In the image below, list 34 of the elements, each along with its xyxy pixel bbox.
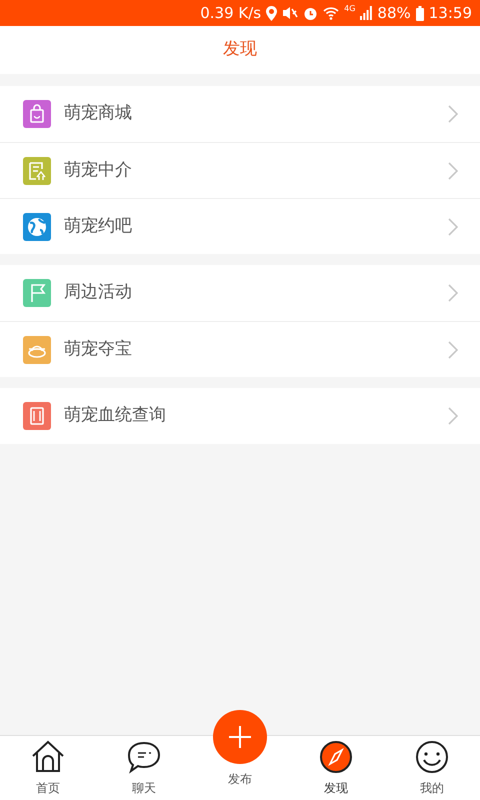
chat-icon[interactable] <box>126 739 162 775</box>
mute-icon <box>282 6 298 20</box>
menu-label: 周边活动 <box>64 281 133 304</box>
page-title: 发现 <box>223 38 257 62</box>
tab-label[interactable]: 我的 <box>420 779 444 797</box>
chevron-icon <box>448 340 458 358</box>
tab-label[interactable]: 发现 <box>324 779 348 797</box>
tab-label[interactable]: 发布 <box>228 770 252 788</box>
network-speed: 0.39 K/s <box>200 2 262 24</box>
publish-button[interactable] <box>213 710 267 764</box>
chevron-icon <box>448 407 458 425</box>
chevron-icon <box>448 162 458 180</box>
menu-label: 萌宠夺宝 <box>64 338 133 361</box>
tab-label[interactable]: 聊天 <box>132 779 156 797</box>
menu-label: 萌宠中介 <box>64 158 133 182</box>
plus-icon <box>229 726 251 748</box>
compass-icon[interactable] <box>318 739 354 775</box>
location-icon <box>266 6 278 20</box>
chevron-icon <box>448 284 458 302</box>
battery-percent: 88% <box>377 2 411 24</box>
chevron-icon <box>448 218 458 236</box>
menu-label: 萌宠血统查询 <box>64 404 167 428</box>
signal-icon <box>360 6 372 20</box>
smiley-icon[interactable] <box>414 739 450 775</box>
home-icon[interactable] <box>30 739 66 775</box>
clock: 13:59 <box>428 2 472 24</box>
wifi-icon <box>323 6 340 20</box>
alarm-icon <box>303 6 318 20</box>
network-type: 4G <box>344 3 356 15</box>
menu-label: 萌宠商城 <box>64 102 133 126</box>
battery-icon <box>416 6 424 20</box>
menu-label: 萌宠约吧 <box>64 214 133 238</box>
chevron-icon <box>448 105 458 123</box>
tab-label[interactable]: 首页 <box>36 779 60 797</box>
